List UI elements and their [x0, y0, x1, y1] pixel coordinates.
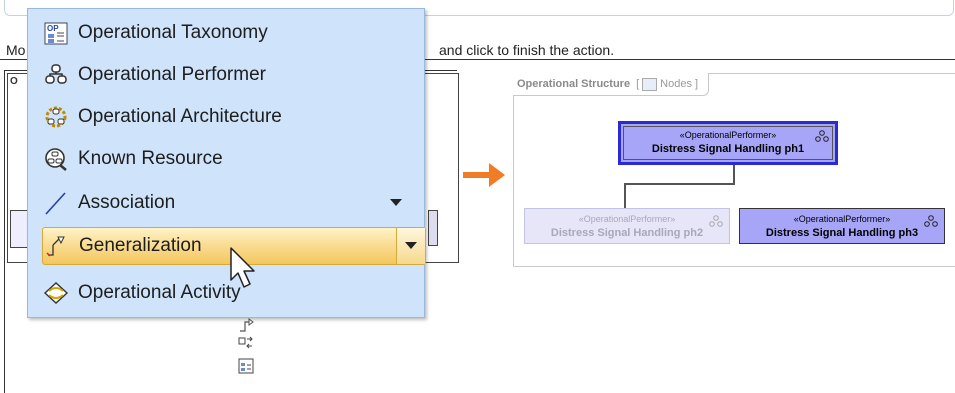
- node-selection-frame: [623, 126, 833, 160]
- performer-icon: [42, 61, 70, 89]
- palette-item-operational-performer[interactable]: Operational Performer: [42, 55, 416, 95]
- bracket-close: ]: [691, 78, 699, 90]
- known-resource-icon: [42, 145, 70, 173]
- palette-item-label: Operational Performer: [78, 64, 266, 85]
- arrow-right-head-icon: [489, 163, 505, 187]
- left-diagram-label: O: [10, 76, 18, 87]
- mouse-pointer-icon: [230, 247, 255, 288]
- activity-icon[interactable]: [237, 334, 255, 352]
- association-line-icon: [42, 189, 70, 217]
- performer-node-ph1[interactable]: «OperationalPerformer» Distress Signal H…: [618, 121, 838, 165]
- diagram-type-label: Nodes: [660, 78, 692, 90]
- palette-item-operational-taxonomy[interactable]: OP Operational Taxonomy: [42, 13, 416, 53]
- palette-item-label: Operational Taxonomy: [78, 22, 268, 43]
- performer-node-ph2[interactable]: «OperationalPerformer» Distress Signal H…: [524, 208, 730, 244]
- diagram-title: Operational Structure: [517, 78, 631, 90]
- svg-text:OP: OP: [47, 24, 59, 33]
- palette-item-known-resource[interactable]: Known Resource: [42, 139, 416, 179]
- palette-item-label: Known Resource: [78, 148, 223, 169]
- diagram-frame-tab: Operational Structure [ Nodes ]: [513, 73, 710, 96]
- taxonomy-icon: OP: [42, 19, 70, 47]
- instruction-tail: and click to finish the action.: [439, 42, 615, 58]
- chevron-down-icon[interactable]: [390, 199, 402, 206]
- bracket-open: [: [636, 78, 640, 90]
- chevron-down-icon[interactable]: [396, 228, 425, 264]
- palette-item-label: Operational Architecture: [78, 106, 282, 127]
- taxonomy-icon[interactable]: [237, 357, 255, 375]
- performer-node-ph3[interactable]: «OperationalPerformer» Distress Signal H…: [739, 208, 945, 244]
- generalization-arrow-icon[interactable]: [237, 316, 255, 334]
- generalization-arrow-icon: [43, 232, 71, 260]
- activity-icon: [42, 279, 70, 307]
- left-diagram-node-edge[interactable]: [428, 210, 438, 246]
- generalization-connector[interactable]: [624, 183, 734, 185]
- palette-item-association[interactable]: Association: [42, 183, 416, 223]
- node-name: Distress Signal Handling ph2: [550, 227, 704, 239]
- performer-icon: [709, 215, 723, 227]
- architecture-icon: [42, 103, 70, 131]
- node-stereotype: «OperationalPerformer»: [578, 214, 676, 224]
- node-stereotype: «OperationalPerformer»: [793, 214, 891, 224]
- palette-item-label: Operational Activity: [78, 282, 241, 303]
- toolbar-palette: OP Operational Taxonomy Operational Perf…: [27, 8, 426, 318]
- performer-icon: [815, 130, 829, 142]
- generalization-connector[interactable]: [624, 183, 626, 209]
- palette-item-operational-architecture[interactable]: Operational Architecture: [42, 97, 416, 137]
- nodes-diagram-icon: [642, 77, 658, 91]
- performer-icon: [924, 215, 938, 227]
- instruction-head: Mo: [6, 42, 26, 58]
- arrow-right-icon: [463, 172, 491, 178]
- node-name: Distress Signal Handling ph3: [765, 227, 919, 239]
- palette-item-label: Association: [78, 192, 176, 213]
- palette-item-label: Generalization: [79, 235, 202, 256]
